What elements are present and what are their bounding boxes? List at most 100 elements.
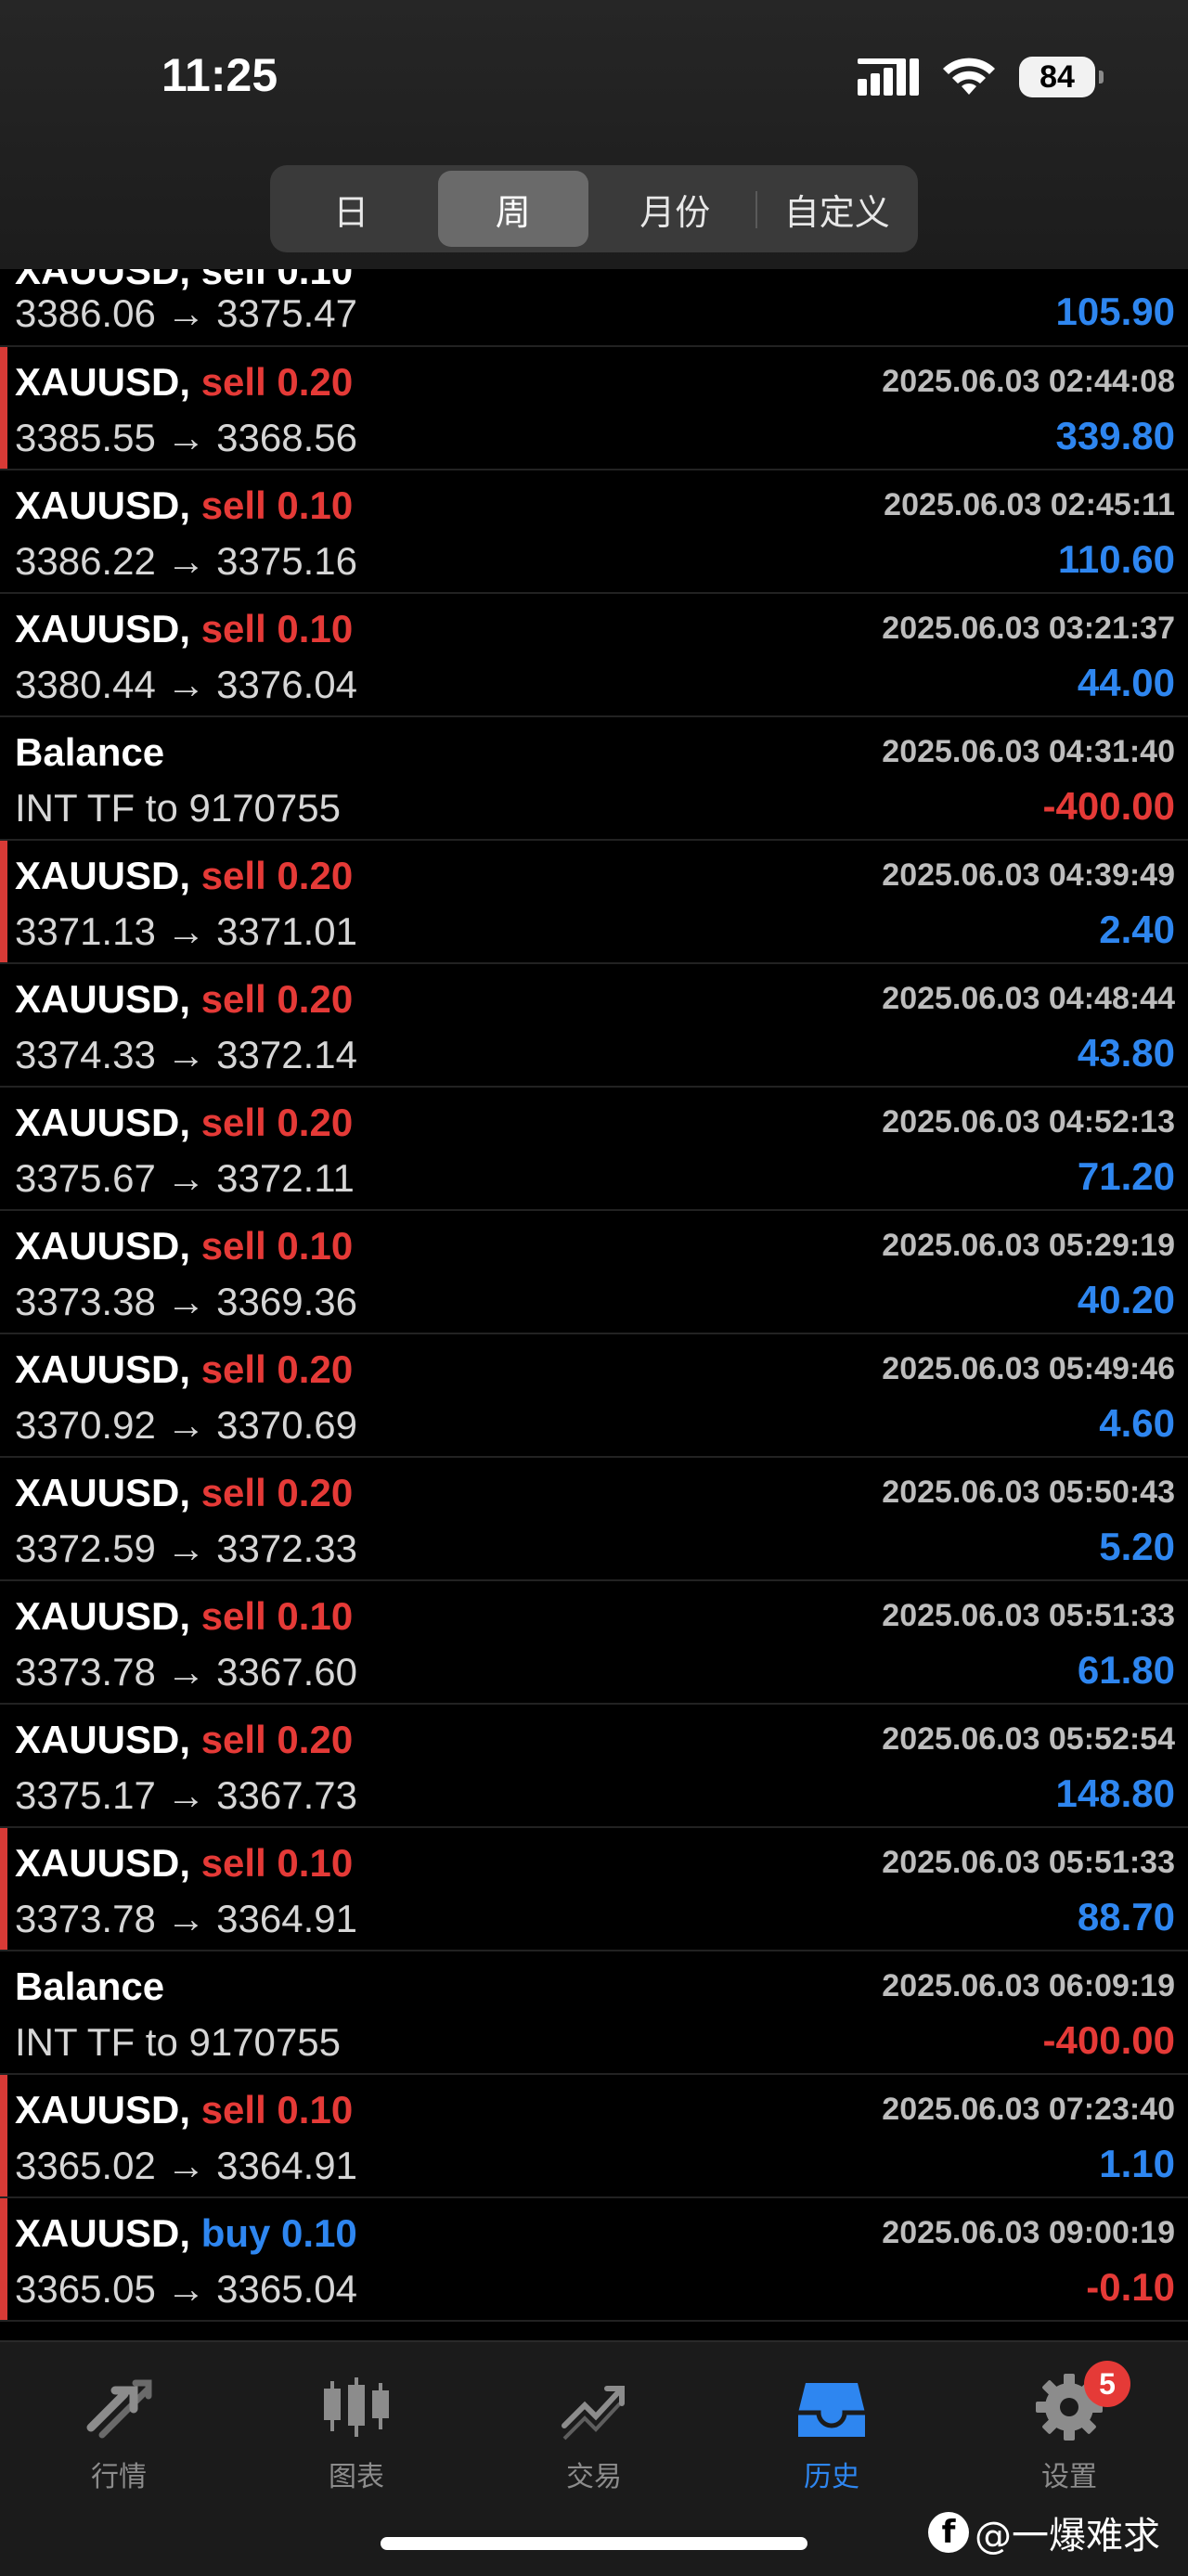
history-row[interactable]: XAUUSD, sell 0.20 2025.06.03 04:52:13 3375…	[0, 1088, 1188, 1211]
row-prices: 3375.17 → 3367.73	[15, 1773, 357, 1817]
row-side: sell 0.20	[200, 1471, 354, 1514]
row-timestamp: 2025.06.03 05:49:46	[882, 1351, 1175, 1386]
row-symbol: XAUUSD,	[15, 1594, 191, 1638]
history-list[interactable]: XAUUSD, sell 0.10 3386.06 → 3375.47 105.…	[0, 269, 1188, 2340]
row-prices: INT TF to 9170755	[15, 786, 341, 830]
row-symbol: XAUUSD,	[15, 1347, 191, 1391]
row-timestamp: 2025.06.03 09:00:19	[882, 2215, 1175, 2250]
history-row[interactable]: XAUUSD, sell 0.10 2025.06.03 02:45:11 3386…	[0, 470, 1188, 594]
row-title: XAUUSD, sell 0.10	[15, 607, 353, 651]
row-profit: 5.20	[1099, 1525, 1175, 1568]
history-row[interactable]: XAUUSD, sell 0.20 2025.06.03 04:48:44 3374…	[0, 964, 1188, 1088]
row-profit: -400.00	[1042, 2018, 1175, 2062]
row-symbol: XAUUSD,	[15, 977, 191, 1021]
row-status-marker	[0, 2198, 7, 2320]
row-symbol: XAUUSD,	[15, 1841, 191, 1885]
row-side: buy 0.10	[200, 2211, 357, 2255]
history-row[interactable]: XAUUSD, sell 0.10 2025.06.03 05:51:33 3373…	[0, 1581, 1188, 1705]
tab-quotes[interactable]: 行情	[45, 2370, 193, 2494]
row-profit: 44.00	[1077, 661, 1175, 704]
row-prices: 3373.78 → 3367.60	[15, 1650, 357, 1694]
history-row[interactable]: XAUUSD, sell 0.20 2025.06.03 05:50:43 3372…	[0, 1458, 1188, 1581]
row-timestamp: 2025.06.03 04:48:44	[882, 981, 1175, 1016]
row-symbol: XAUUSD,	[15, 1101, 191, 1144]
row-timestamp: 2025.06.03 02:44:08	[882, 364, 1175, 399]
tab-label: 交易	[566, 2461, 622, 2493]
row-profit: 43.80	[1077, 1031, 1175, 1075]
home-indicator[interactable]	[381, 2537, 807, 2550]
tab-settings[interactable]: 5 设置	[995, 2361, 1143, 2494]
row-prices: INT TF to 9170755	[15, 2020, 341, 2064]
row-side: sell 0.10	[200, 483, 354, 527]
segment-month[interactable]: 月份	[600, 171, 751, 247]
history-row[interactable]: XAUUSD, sell 0.20 2025.06.03 05:49:46 3370…	[0, 1334, 1188, 1458]
row-title: XAUUSD, sell 0.10	[15, 2088, 353, 2132]
row-side: sell 0.20	[200, 854, 354, 897]
row-profit: 4.60	[1099, 1401, 1175, 1445]
row-symbol: XAUUSD,	[15, 2088, 191, 2132]
tab-chart[interactable]: 图表	[282, 2370, 431, 2494]
segment-custom[interactable]: 自定义	[755, 171, 913, 247]
row-timestamp: 2025.06.03 07:23:40	[882, 2092, 1175, 2127]
history-row[interactable]: XAUUSD, sell 0.20 2025.06.03 05:52:54 3375…	[0, 1705, 1188, 1828]
history-row[interactable]: XAUUSD, buy 0.10 2025.06.03 09:00:19 3365.…	[0, 2198, 1188, 2322]
row-symbol: XAUUSD,	[15, 360, 191, 404]
tab-history[interactable]: 历史	[757, 2370, 906, 2494]
history-row[interactable]: XAUUSD, sell 0.10 2025.06.03 07:23:40 3365…	[0, 2075, 1188, 2198]
row-profit: -400.00	[1042, 784, 1175, 828]
row-title: XAUUSD, sell 0.20	[15, 854, 353, 898]
row-prices: 3380.44 → 3376.04	[15, 663, 357, 706]
row-prices: 3374.33 → 3372.14	[15, 1033, 357, 1076]
row-prices: 3385.55 → 3368.56	[15, 416, 357, 459]
row-side: sell 0.10	[200, 607, 354, 650]
row-side: sell 0.10	[200, 1841, 354, 1885]
row-timestamp: 2025.06.03 06:09:19	[882, 1968, 1175, 2003]
history-row[interactable]: XAUUSD, sell 0.10 2025.06.03 03:21:37 3380…	[0, 594, 1188, 717]
history-row[interactable]: Balance 2025.06.03 06:09:19 INT TF to 9170…	[0, 1951, 1188, 2075]
history-row[interactable]: XAUUSD, sell 0.10 2025.06.03 05:51:33 3373…	[0, 1828, 1188, 1951]
row-profit: -0.10	[1086, 2265, 1175, 2309]
tab-label: 设置	[1041, 2461, 1097, 2493]
tab-trade[interactable]: 交易	[520, 2370, 668, 2494]
row-title: XAUUSD, sell 0.20	[15, 977, 353, 1022]
wifi-icon	[943, 58, 995, 95]
row-title: XAUUSD, sell 0.10	[15, 483, 353, 528]
row-status-marker	[0, 347, 7, 469]
row-title-clipped: XAUUSD, sell 0.10	[15, 269, 354, 292]
segment-week[interactable]: 周	[437, 171, 588, 247]
watermark-text: @一爆难求	[975, 2515, 1160, 2557]
history-row[interactable]: Balance 2025.06.03 04:31:40 INT TF to 9170…	[0, 717, 1188, 841]
row-profit: 110.60	[1057, 537, 1175, 581]
row-symbol: Balance	[15, 1964, 165, 2008]
row-status-marker	[0, 841, 7, 962]
history-icon	[794, 2370, 869, 2444]
notification-badge: 5	[1084, 2361, 1130, 2407]
row-symbol: XAUUSD,	[15, 2211, 191, 2255]
chart-icon	[319, 2370, 394, 2444]
row-status-marker	[0, 1828, 7, 1950]
row-prices: 3386.22 → 3375.16	[15, 539, 357, 583]
history-row[interactable]: XAUUSD, sell 0.10 3386.06 → 3375.47 105.…	[0, 269, 1188, 347]
tab-label: 历史	[804, 2461, 859, 2493]
status-icons: 84	[858, 52, 1104, 102]
row-symbol: XAUUSD,	[15, 1471, 191, 1514]
row-symbol: XAUUSD,	[15, 1718, 191, 1761]
row-symbol: XAUUSD,	[15, 483, 191, 527]
row-timestamp: 2025.06.03 05:52:54	[882, 1721, 1175, 1757]
row-title: XAUUSD, sell 0.10	[15, 1841, 353, 1886]
row-timestamp: 2025.06.03 04:52:13	[882, 1104, 1175, 1140]
status-time: 11:25	[161, 49, 278, 101]
history-row[interactable]: XAUUSD, sell 0.20 2025.06.03 02:44:08 3385…	[0, 347, 1188, 470]
history-row[interactable]: XAUUSD, sell 0.10 2025.06.03 05:29:19 3373…	[0, 1211, 1188, 1334]
row-side: sell 0.20	[200, 360, 354, 404]
row-prices: 3375.67 → 3372.11	[15, 1156, 355, 1200]
row-side: sell 0.20	[200, 1718, 354, 1761]
segment-day[interactable]: 日	[276, 171, 427, 247]
row-prices: 3365.05 → 3365.04	[15, 2267, 357, 2311]
row-side: sell 0.10	[200, 1224, 354, 1268]
row-status-marker	[0, 2075, 7, 2196]
watermark: f @一爆难求	[928, 2505, 1160, 2559]
history-row[interactable]: XAUUSD, sell 0.20 2025.06.03 04:39:49 3371…	[0, 841, 1188, 964]
row-profit: 2.40	[1099, 908, 1175, 951]
row-title: Balance	[15, 730, 164, 775]
